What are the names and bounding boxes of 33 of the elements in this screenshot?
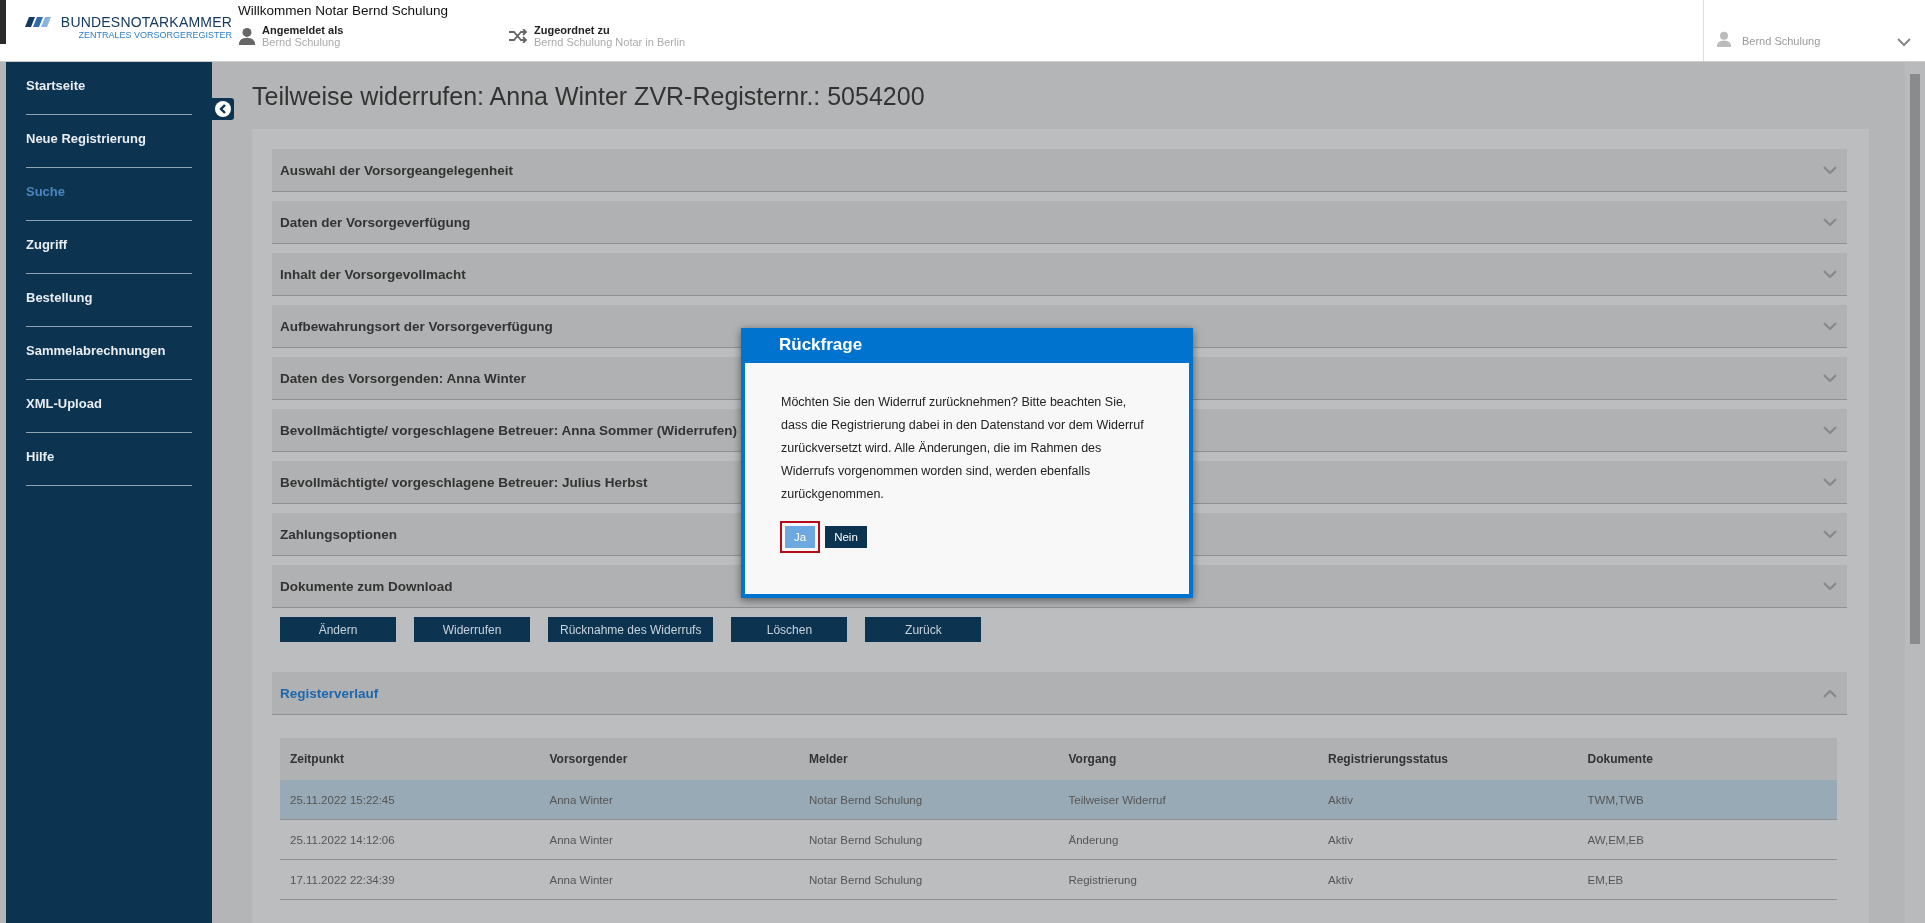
table-cell-text: Aktiv <box>1327 833 1354 846</box>
page-title: Teilweise widerrufen: Anna Winter ZVR-Registernr.: 5054200 <box>252 82 926 111</box>
assigned-value: Bernd Schulung Notar in Berlin <box>534 36 686 48</box>
logo-subtitle: ZENTRALES VORSORGEREGISTER <box>78 30 232 40</box>
table-cell-text: Aktiv <box>1327 873 1354 886</box>
table-cell-text: EM,EB <box>1586 873 1625 886</box>
column-header: Vorgang <box>1067 752 1118 766</box>
table-cell-text: 17.11.2022 22:34:39 <box>289 873 396 886</box>
logo-name: BUNDESNOTARKAMMER <box>60 14 232 30</box>
column-header: Melder <box>808 752 849 766</box>
table-cell-text: Teilweiser Widerruf <box>1067 793 1167 806</box>
table-cell-text: Notar Bernd Schulung <box>808 793 924 806</box>
table-cell-text: Registrierung <box>1067 873 1138 886</box>
table-cell-text: Anna Winter <box>548 793 614 806</box>
logged-in-label: Angemeldet als <box>262 24 344 36</box>
welcome-text: Willkommen Notar Bernd Schulung <box>238 3 450 18</box>
table-cell-text: Notar Bernd Schulung <box>808 873 924 886</box>
table-cell-text: Änderung <box>1067 833 1120 846</box>
table-cell-text: TWM,TWB <box>1586 793 1645 806</box>
table-cell-text: AW,EM,EB <box>1586 833 1645 846</box>
dialog-message: Möchten Sie den Widerruf zurücknehmen? Bitte beachten Sie, dass die Registrierung dabei in den Datenstand vor dem Widerruf zurückversetzt wird. Alle Änderungen, die im Rahmen des Widerrufs vorgenommen worden sind, werden ebenfalls zurückgenommen. <box>781 394 1145 503</box>
table-cell-text: Anna Winter <box>548 873 614 886</box>
table-cell-text: Notar Bernd Schulung <box>808 833 924 846</box>
table-cell-text: 25.11.2022 15:22:45 <box>289 793 396 806</box>
table-cell-text: Anna Winter <box>548 833 614 846</box>
column-header: Zeitpunkt <box>289 752 345 766</box>
assigned-label: Zugeordnet zu <box>534 24 611 36</box>
table-cell-text: Aktiv <box>1327 793 1354 806</box>
logged-in-value: Bernd Schulung <box>262 36 342 48</box>
table-cell-text: 25.11.2022 14:12:06 <box>289 833 396 846</box>
column-header: Vorsorgender <box>548 752 629 766</box>
column-header: Registrierungsstatus <box>1327 752 1450 766</box>
column-header: Dokumente <box>1586 752 1654 766</box>
